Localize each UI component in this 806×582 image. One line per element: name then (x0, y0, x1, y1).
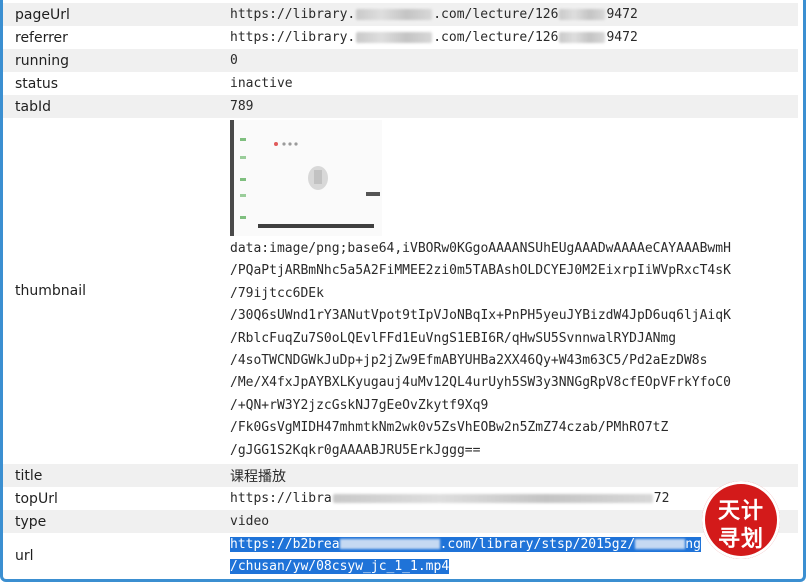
url-line-2: /chusan/yw/08csyw_jc_1_1.mp4 (230, 556, 798, 578)
key-status: status (15, 75, 59, 92)
referrer-mid: .com/lecture/126 (433, 30, 559, 45)
url-selected-suffix: ng (685, 536, 701, 552)
key-thumbnail: thumbnail (15, 283, 86, 299)
redacted-domain (356, 32, 433, 43)
row-type: type video (3, 510, 798, 533)
pageurl-suffix: 9472 (606, 7, 638, 22)
url-selected-redacted (339, 536, 440, 552)
thumbnail-data-line: /+QN+rW3Y2jzcGskNJ7gEeOvZkytf9Xq9 (230, 397, 489, 413)
row-url: url https://b2brea .com/library/stsp/2015… (3, 533, 798, 579)
key-running: running (15, 52, 70, 69)
thumbnail-image (230, 120, 382, 236)
redacted-url (332, 494, 653, 503)
thumbnail-data-line: /gJGG1S2Kqkr0gAAAABJRU5ErkJggg== (230, 442, 481, 458)
redacted-id (559, 9, 606, 20)
thumbnail-data-line: /Fk0GsVgMIDH47mhmtkNm2wk0v5ZsVhEOBw2n5Zm… (230, 420, 669, 436)
value-pageurl[interactable]: https://library. .com/lecture/126 9472 (216, 3, 798, 26)
row-running: running 0 (3, 49, 798, 72)
watermark-line-2: 寻划 (717, 527, 764, 552)
row-topurl: topUrl https://libra 72 (3, 487, 798, 510)
thumbnail-data-line: data:image/png;base64,iVBORw0KGgoAAAANSU… (230, 241, 731, 256)
key-title: title (15, 467, 43, 484)
value-tabid[interactable]: 789 (216, 95, 798, 118)
value-referrer[interactable]: https://library. .com/lecture/126 9472 (216, 26, 798, 49)
value-title[interactable]: 课程播放 (216, 464, 798, 487)
redacted-domain (356, 9, 433, 20)
pageurl-mid: .com/lecture/126 (433, 7, 559, 22)
value-running[interactable]: 0 (216, 49, 798, 72)
thumbnail-data-line: /79ijtcc6DEk (230, 285, 324, 301)
row-title: title 课程播放 (3, 464, 798, 487)
key-pageurl: pageUrl (15, 6, 70, 23)
key-type: type (15, 513, 47, 530)
url-selected-mid: .com/library/stsp/2015gz/ (439, 536, 636, 552)
value-thumbnail[interactable]: data:image/png;base64,iVBORw0KGgoAAAANSU… (216, 118, 798, 464)
thumbnail-data-line: /PQaPtjARBmNhc5a5A2FiMMEE2zi0m5TABAshOLD… (230, 263, 731, 279)
thumbnail-data-line: /Me/X4fxJpAYBXLKyugauj4uMv12QL4urUyh5SW3… (230, 375, 731, 391)
referrer-prefix: https://library. (230, 30, 356, 45)
properties-table: pageUrl https://library. .com/lecture/126… (3, 3, 798, 579)
row-status: status inactive (3, 72, 798, 95)
url-selected-redacted (635, 536, 686, 552)
redacted-id (559, 32, 606, 43)
thumbnail-preview-icon (234, 120, 382, 236)
key-url: url (15, 548, 34, 564)
url-selected-prefix: https://b2brea (230, 536, 340, 552)
key-topurl: topUrl (15, 490, 58, 507)
pageurl-prefix: https://library. (230, 7, 356, 22)
row-referrer: referrer https://library. .com/lecture/12… (3, 26, 798, 49)
referrer-suffix: 9472 (606, 30, 638, 45)
key-referrer: referrer (15, 29, 68, 46)
watermark-badge: 天计 寻划 (702, 481, 780, 559)
topurl-prefix: https://libra (230, 491, 332, 506)
thumbnail-data-line: /4soTWCNDGWkJuDp+jp2jZw9EfmABYUHBa2XX46Q… (230, 352, 708, 368)
thumbnail-data-line: /30Q6sUWnd1rY3ANutVpot9tIpVJoNBqIx+PnPH5… (230, 308, 731, 324)
key-tabid: tabId (15, 98, 51, 115)
value-status[interactable]: inactive (216, 72, 798, 95)
topurl-suffix: 72 (653, 491, 670, 506)
url-selected-path: /chusan/yw/08csyw_jc_1_1.mp4 (230, 559, 450, 574)
row-pageurl: pageUrl https://library. .com/lecture/126… (3, 3, 798, 26)
row-thumbnail: thumbnail data:image/png;base64,iVBORw0K… (3, 118, 798, 464)
thumbnail-data-line: /RblcFuqZu7S0oLQEvlFFd1EuVngS1EBI6R/qHwS… (230, 330, 677, 346)
row-tabid: tabId 789 (3, 95, 798, 118)
